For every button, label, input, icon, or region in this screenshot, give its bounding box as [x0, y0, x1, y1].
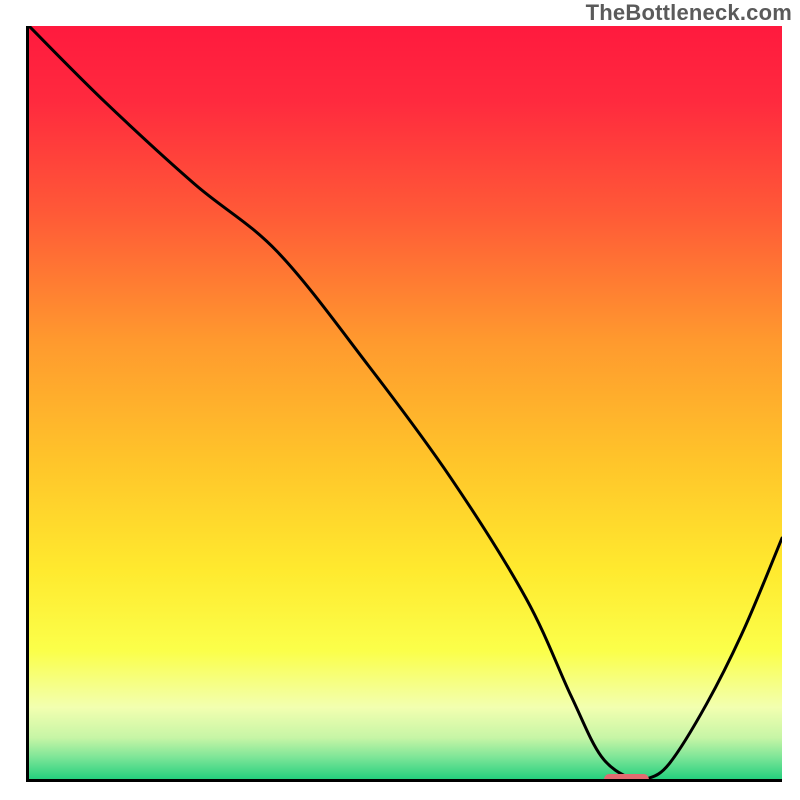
plot-area	[26, 26, 782, 782]
bottleneck-curve	[29, 26, 782, 779]
chart-frame: TheBottleneck.com	[0, 0, 800, 800]
optimal-range-marker	[604, 774, 649, 782]
watermark-text: TheBottleneck.com	[586, 0, 792, 26]
